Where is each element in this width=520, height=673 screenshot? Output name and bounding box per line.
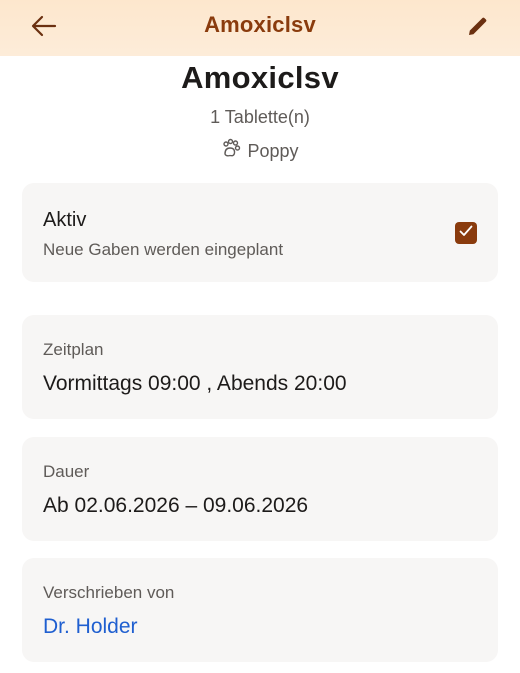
paw-icon: [221, 138, 241, 163]
schedule-caption: Zeitplan: [43, 340, 104, 359]
duration-caption: Dauer: [43, 462, 90, 481]
dose-text: 1 Tablette(n): [210, 107, 310, 127]
pet-tag: Poppy: [221, 138, 299, 163]
active-card[interactable]: Aktiv Neue Gaben werden eingeplant: [22, 183, 498, 282]
app-bar-title: Amoxiclsv: [204, 12, 316, 37]
schedule-card[interactable]: Zeitplan Vormittags 09:00 , Abends 20:00: [22, 315, 498, 419]
schedule-value: Vormittags 09:00 , Abends 20:00: [43, 372, 347, 395]
medication-name: Amoxiclsv: [181, 60, 339, 95]
active-checkbox[interactable]: [455, 222, 477, 244]
app-bar: Amoxiclsv: [0, 0, 520, 56]
medication-header: Amoxiclsv 1 Tablette(n) Poppy: [0, 58, 520, 163]
checkmark-icon: [459, 224, 473, 242]
active-subtitle: Neue Gaben werden eingeplant: [43, 240, 284, 259]
duration-card[interactable]: Dauer Ab 02.06.2026 – 09.06.2026: [22, 437, 498, 541]
prescriber-caption: Verschrieben von: [43, 583, 175, 602]
active-label: Aktiv: [43, 209, 87, 231]
duration-value: Ab 02.06.2026 – 09.06.2026: [43, 494, 309, 517]
pencil-icon: [466, 14, 490, 43]
prescriber-link[interactable]: Dr. Holder: [43, 615, 138, 639]
pet-name: Poppy: [247, 140, 299, 161]
edit-button[interactable]: [460, 10, 496, 46]
prescriber-card: Verschrieben von Dr. Holder: [22, 558, 498, 662]
